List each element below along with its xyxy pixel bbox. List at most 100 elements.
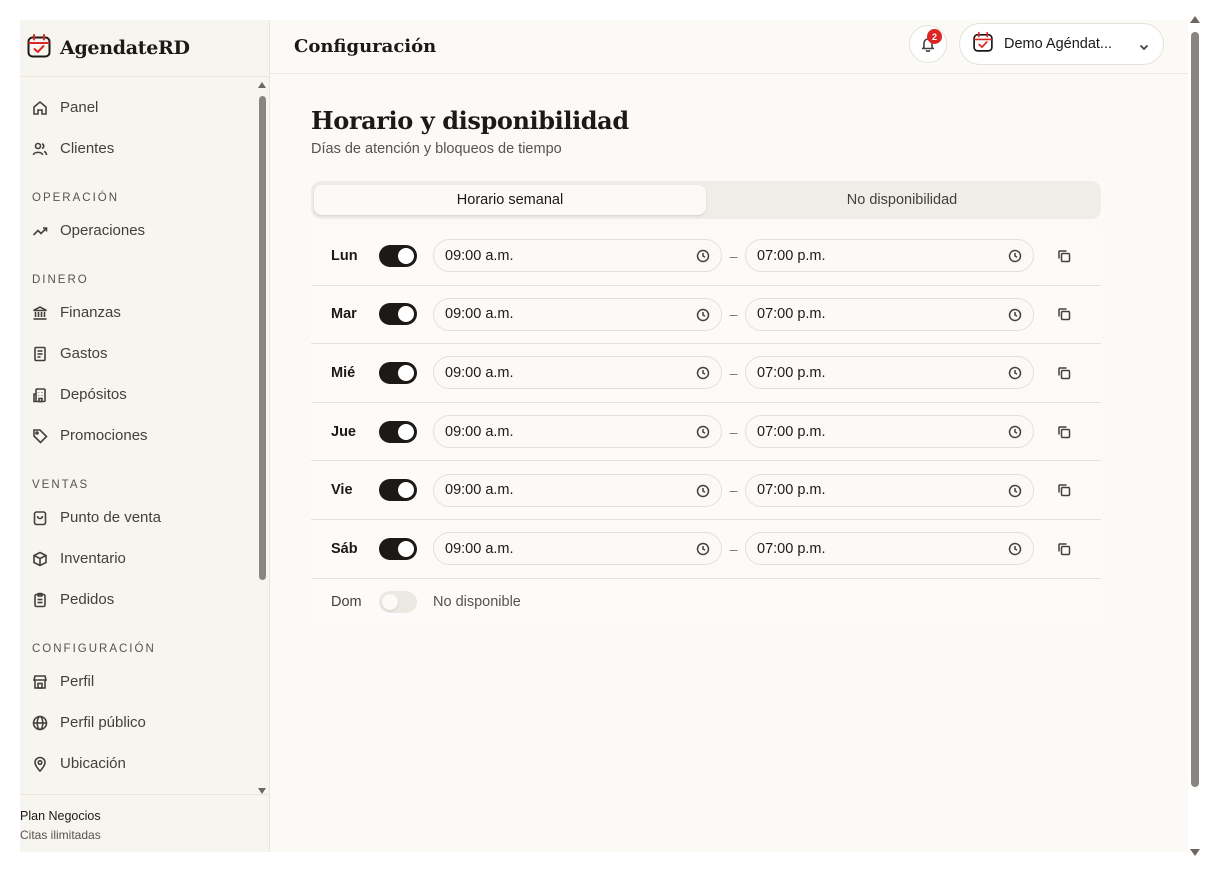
clock-icon — [696, 425, 710, 439]
end-time-input[interactable]: 07:00 p.m. — [745, 532, 1034, 566]
users-icon — [32, 142, 48, 155]
scroll-down-arrow-icon[interactable] — [1190, 849, 1200, 856]
sidebar-item-operaciones[interactable]: Operaciones — [20, 210, 269, 251]
start-time-value: 09:00 a.m. — [445, 306, 514, 323]
sidebar-item-pedidos[interactable]: Pedidos — [20, 579, 269, 620]
start-time-value: 09:00 a.m. — [445, 247, 514, 264]
copy-icon — [1058, 308, 1071, 321]
day-label: Mar — [331, 306, 357, 323]
store-icon — [32, 674, 48, 689]
scroll-up-arrow-icon[interactable] — [1190, 16, 1200, 23]
day-toggle[interactable] — [379, 479, 417, 502]
sidebar-item-promociones[interactable]: Promociones — [20, 415, 269, 456]
sidebar-item-punto-de-venta[interactable]: Punto de venta — [20, 497, 269, 538]
day-label: Jue — [331, 423, 356, 440]
tab-horario-semanal[interactable]: Horario semanal — [314, 185, 706, 215]
schedule-row: Mié 09:00 a.m. – 07:00 p.m. — [311, 344, 1101, 403]
sidebar-item-clientes[interactable]: Clientes — [20, 128, 269, 169]
plan-info: Plan Negocios Citas ilimitadas — [20, 794, 269, 852]
sidebar-item-label: Finanzas — [60, 304, 121, 321]
copy-hours-button[interactable] — [1049, 358, 1079, 388]
day-toggle[interactable] — [379, 537, 417, 560]
account-menu-button[interactable]: Demo Agéndat... — [959, 23, 1164, 65]
sidebar-item-label: Gastos — [60, 345, 108, 362]
schedule-row: Lun 09:00 a.m. – 07:00 p.m. — [311, 227, 1101, 286]
sidebar-item-label: Punto de venta — [60, 509, 161, 526]
end-time-input[interactable]: 07:00 p.m. — [745, 473, 1034, 507]
schedule-row: Jue 09:00 a.m. – 07:00 p.m. — [311, 403, 1101, 462]
day-toggle[interactable] — [379, 361, 417, 384]
tab-no-disponibilidad[interactable]: No disponibilidad — [706, 185, 1098, 215]
notifications-button[interactable]: 2 — [909, 25, 947, 63]
sidebar-item-label: Pedidos — [60, 591, 115, 608]
day-toggle[interactable] — [379, 590, 417, 613]
start-time-input[interactable]: 09:00 a.m. — [433, 473, 722, 507]
sidebar: AgendateRD Panel Clientes OPERACIÓN Oper… — [20, 20, 270, 852]
home-icon — [33, 100, 47, 115]
scroll-down-arrow-icon[interactable] — [258, 788, 266, 794]
start-time-value: 09:00 a.m. — [445, 423, 514, 440]
main-content: Configuración 2 Demo Agéndat... Horario … — [270, 20, 1188, 852]
section-title-operacion: OPERACIÓN — [32, 192, 120, 204]
sidebar-item-inventario[interactable]: Inventario — [20, 538, 269, 579]
plan-name: Plan Negocios — [20, 809, 101, 823]
day-toggle[interactable] — [379, 420, 417, 443]
day-label: Mié — [331, 364, 356, 381]
window-scrollbar[interactable] — [1188, 16, 1202, 856]
window-scroll-thumb[interactable] — [1191, 32, 1199, 787]
start-time-input[interactable]: 09:00 a.m. — [433, 532, 722, 566]
day-toggle[interactable] — [379, 303, 417, 326]
copy-hours-button[interactable] — [1049, 475, 1079, 505]
page-section-title: Configuración — [294, 36, 437, 57]
day-toggle[interactable] — [379, 244, 417, 267]
end-time-input[interactable]: 07:00 p.m. — [745, 356, 1034, 390]
schedule-panel: Horario y disponibilidad Días de atenció… — [311, 106, 1101, 625]
start-time-input[interactable]: 09:00 a.m. — [433, 356, 722, 390]
sidebar-item-label: Operaciones — [60, 222, 146, 239]
schedule-row-sunday: Dom No disponible — [311, 579, 1101, 625]
sidebar-item-perfil[interactable]: Perfil — [20, 661, 269, 702]
sidebar-item-finanzas[interactable]: Finanzas — [20, 292, 269, 333]
clock-icon — [696, 308, 710, 322]
scroll-up-arrow-icon[interactable] — [258, 82, 266, 88]
sidebar-scrollbar[interactable] — [257, 80, 267, 794]
brand[interactable]: AgendateRD — [20, 20, 269, 77]
notification-count-badge: 2 — [927, 29, 942, 44]
copy-icon — [1058, 484, 1071, 497]
time-separator: – — [729, 306, 738, 323]
sidebar-item-label: Perfil público — [60, 714, 146, 731]
time-separator: – — [729, 482, 738, 499]
sidebar-scroll-thumb[interactable] — [259, 96, 266, 580]
app-window: AgendateRD Panel Clientes OPERACIÓN Oper… — [20, 20, 1188, 852]
end-time-input[interactable]: 07:00 p.m. — [745, 239, 1034, 273]
account-name: Demo Agéndat... — [1004, 36, 1113, 52]
clock-icon — [1008, 484, 1022, 497]
sidebar-item-depositos[interactable]: Depósitos — [20, 374, 269, 415]
end-time-input[interactable]: 07:00 p.m. — [745, 297, 1034, 331]
page-subtitle: Días de atención y bloqueos de tiempo — [311, 141, 562, 157]
end-time-input[interactable]: 07:00 p.m. — [745, 415, 1034, 449]
clock-icon — [696, 367, 710, 380]
start-time-input[interactable]: 09:00 a.m. — [433, 297, 722, 331]
day-label: Dom — [331, 593, 362, 610]
clock-icon — [696, 484, 710, 497]
copy-hours-button[interactable] — [1049, 241, 1079, 271]
clock-icon — [1008, 367, 1022, 380]
section-title-dinero: DINERO — [32, 274, 89, 286]
weekly-schedule: Lun 09:00 a.m. – 07:00 p.m. Mar 09:00 a.… — [311, 227, 1101, 625]
sidebar-item-ubicacion[interactable]: Ubicación — [20, 743, 269, 784]
clock-icon — [1008, 250, 1022, 263]
sidebar-item-label: Panel — [60, 99, 99, 116]
start-time-value: 09:00 a.m. — [445, 364, 514, 381]
copy-hours-button[interactable] — [1049, 417, 1079, 447]
schedule-row: Vie 09:00 a.m. – 07:00 p.m. — [311, 461, 1101, 520]
start-time-input[interactable]: 09:00 a.m. — [433, 239, 722, 273]
pin-icon — [34, 756, 46, 772]
start-time-input[interactable]: 09:00 a.m. — [433, 415, 722, 449]
sidebar-item-gastos[interactable]: Gastos — [20, 333, 269, 374]
copy-hours-button[interactable] — [1049, 534, 1079, 564]
sidebar-item-perfil-publico[interactable]: Perfil público — [20, 702, 269, 743]
copy-hours-button[interactable] — [1049, 299, 1079, 329]
end-time-value: 07:00 p.m. — [757, 247, 826, 264]
sidebar-item-panel[interactable]: Panel — [20, 87, 269, 128]
